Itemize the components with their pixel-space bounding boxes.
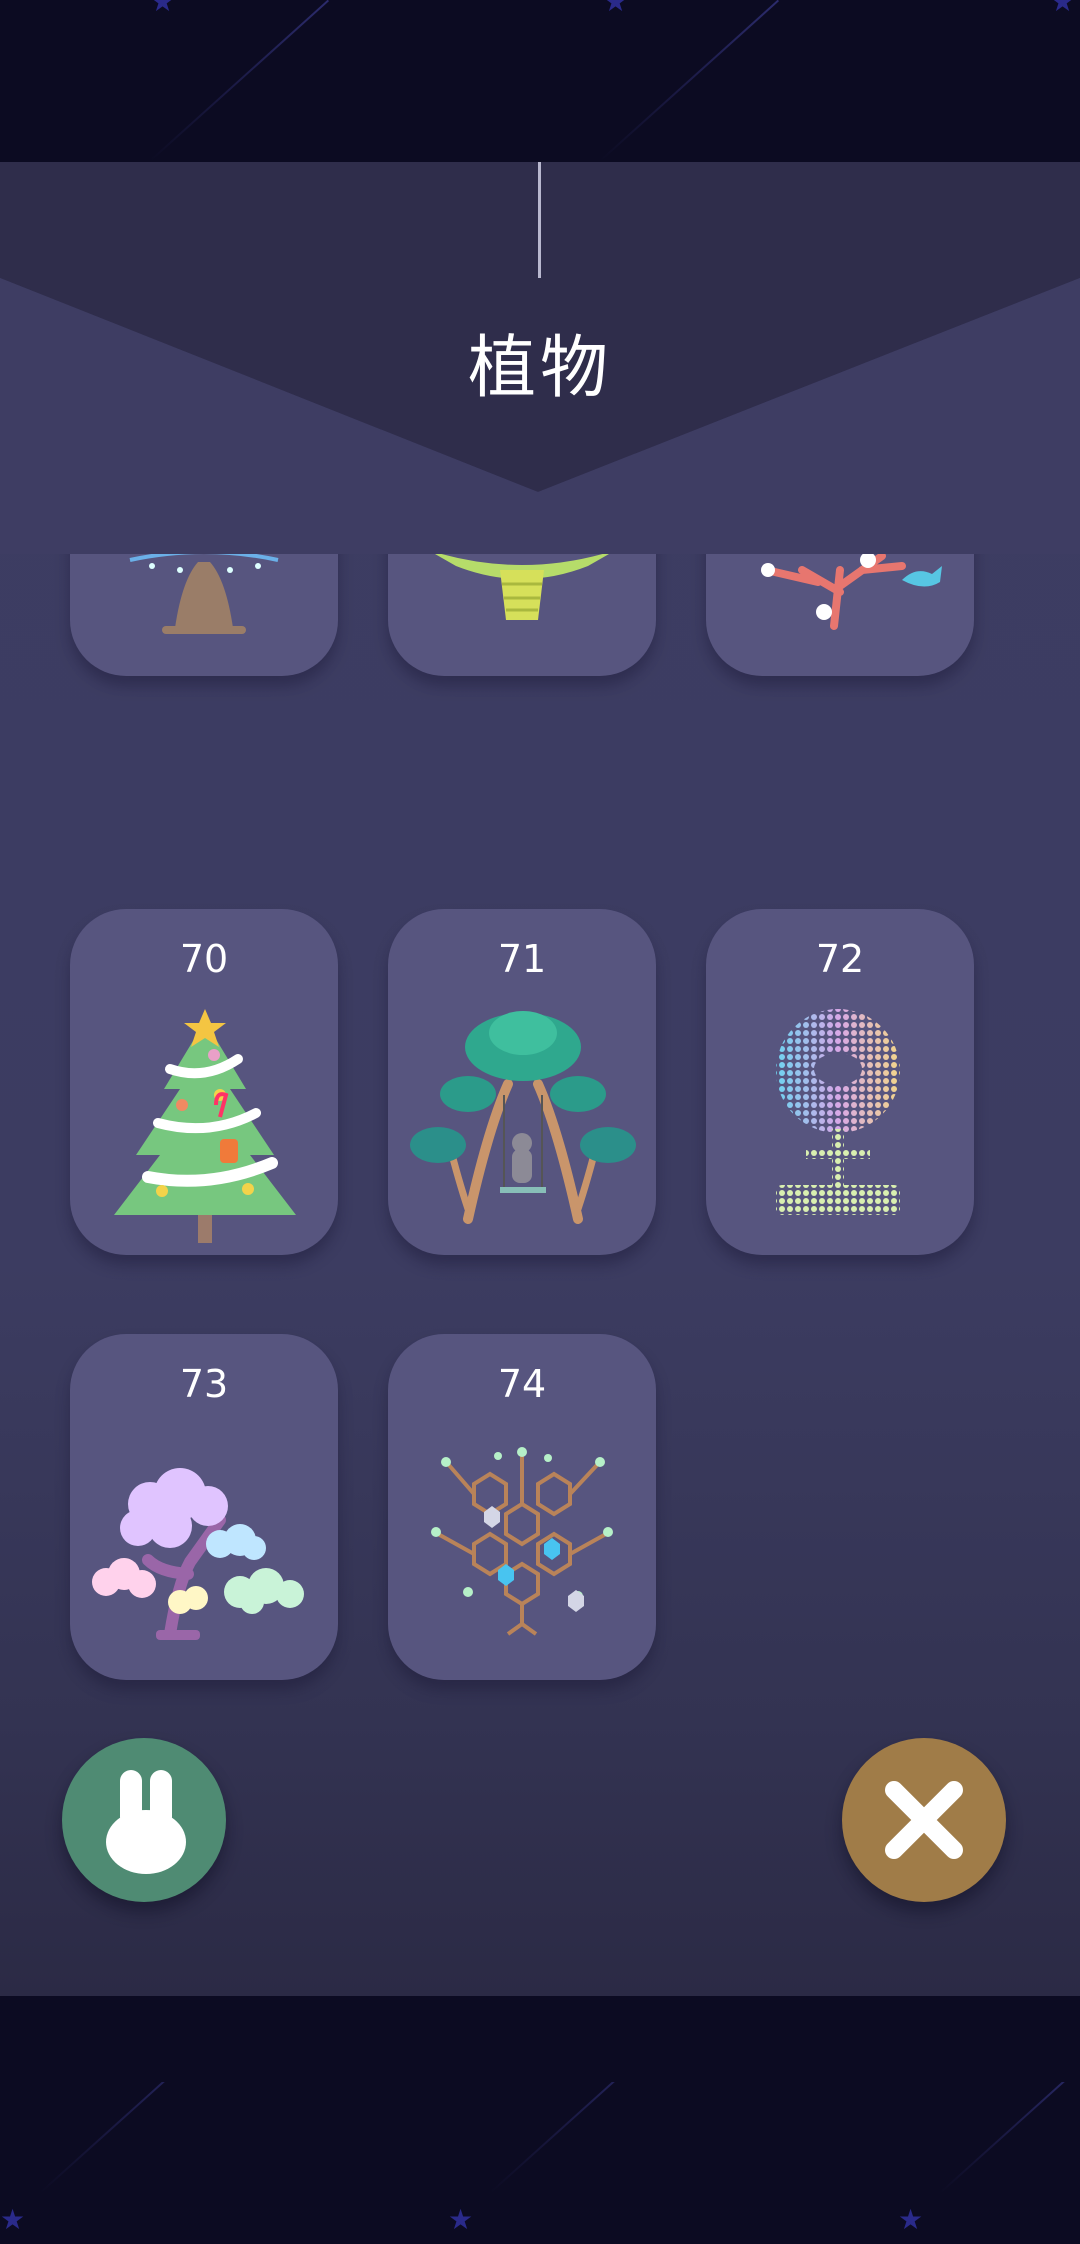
christmas-tree-icon <box>114 1009 296 1243</box>
plant-card-70[interactable]: 70 <box>70 909 338 1255</box>
plant-card[interactable] <box>706 554 974 676</box>
star-icon: ★ <box>603 0 629 18</box>
honeycomb-tree-icon <box>431 1447 613 1636</box>
star-icon: ★ <box>0 2203 26 2236</box>
rabbit-icon <box>106 1770 186 1874</box>
star-icon: ★ <box>150 0 176 18</box>
close-button[interactable] <box>842 1738 1006 1902</box>
space-background-bottom: ★ ★ ★ <box>0 2082 1080 2244</box>
page-title: 植物 <box>467 329 612 408</box>
star-icon: ★ <box>1050 0 1076 18</box>
plant-card[interactable] <box>70 554 338 676</box>
dot-flower-icon <box>776 1009 900 1215</box>
coral-tree-icon <box>761 554 942 630</box>
plant-card-74[interactable]: 74 <box>388 1334 656 1680</box>
close-icon <box>885 1781 963 1859</box>
rabbit-button[interactable] <box>62 1738 226 1902</box>
plant-card-71[interactable]: 71 <box>388 909 656 1255</box>
plant-card[interactable] <box>388 554 656 676</box>
hanging-string <box>538 162 541 278</box>
collection-panel: 植物 70 71 72 73 74 <box>0 162 1080 1996</box>
plant-card-73[interactable]: 73 <box>70 1334 338 1680</box>
plant-card-72[interactable]: 72 <box>706 909 974 1255</box>
plant-grid: 70 71 72 73 74 <box>0 554 1080 1754</box>
glowing-palm-icon <box>435 554 609 620</box>
star-icon: ★ <box>898 2203 924 2236</box>
cloud-bonsai-icon <box>92 1468 304 1640</box>
swing-tree-icon <box>410 1011 636 1224</box>
space-background-top: ★ ★ ★ <box>0 0 1080 162</box>
star-icon: ★ <box>448 2203 474 2236</box>
ferris-tree-icon <box>129 554 279 634</box>
